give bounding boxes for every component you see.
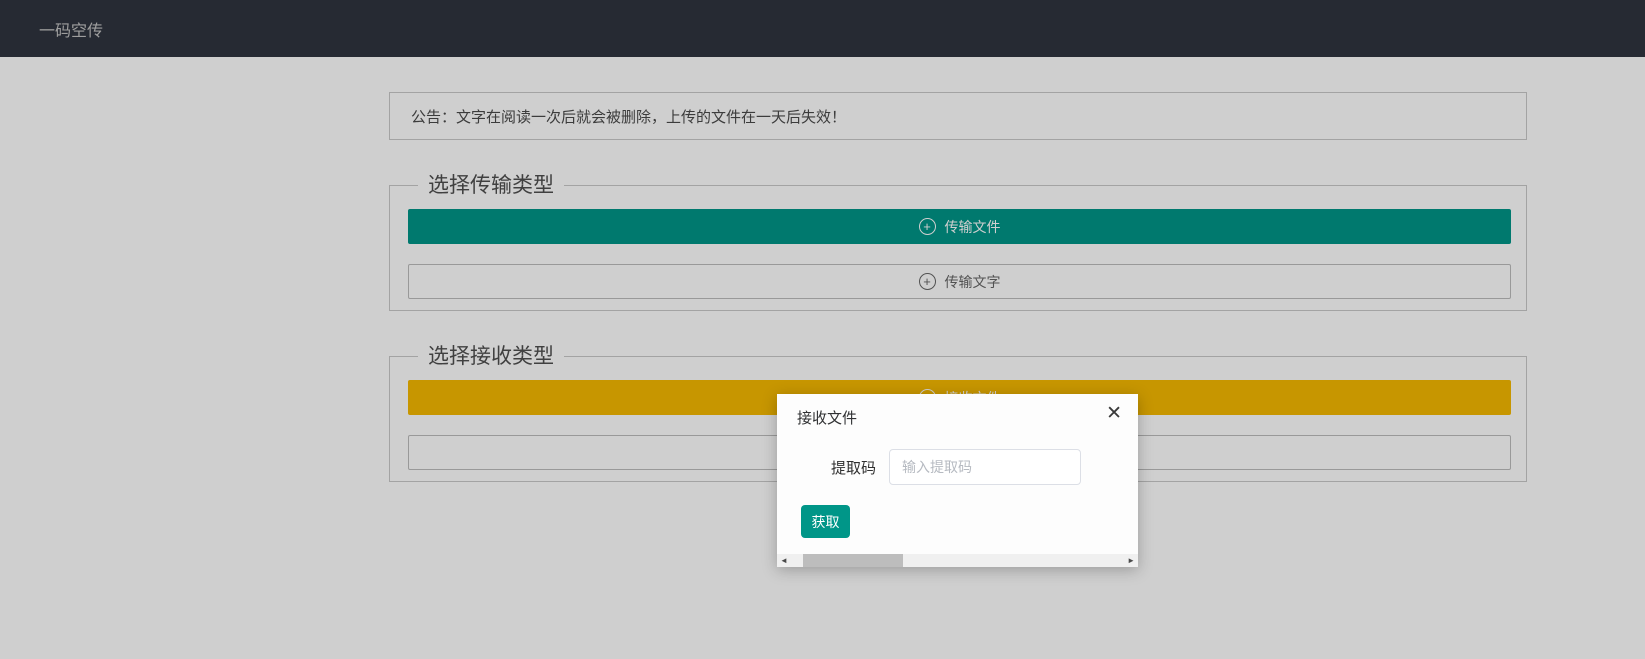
- code-label: 提取码: [830, 459, 876, 477]
- get-button[interactable]: 获取: [801, 505, 850, 538]
- close-icon[interactable]: ✕: [1106, 402, 1122, 425]
- scroll-left-icon[interactable]: ◄: [777, 554, 791, 567]
- modal-horizontal-scrollbar[interactable]: ◄ ►: [777, 554, 1138, 567]
- receive-file-modal: 接收文件 ✕ 提取码 获取 ◄ ►: [777, 394, 1138, 567]
- code-input[interactable]: [889, 449, 1081, 485]
- extraction-code-form: 提取码: [777, 449, 1138, 485]
- modal-header: 接收文件 ✕: [777, 394, 1138, 428]
- scroll-right-icon[interactable]: ►: [1124, 554, 1138, 567]
- modal-title: 接收文件: [797, 410, 858, 427]
- scrollbar-thumb[interactable]: [802, 554, 903, 567]
